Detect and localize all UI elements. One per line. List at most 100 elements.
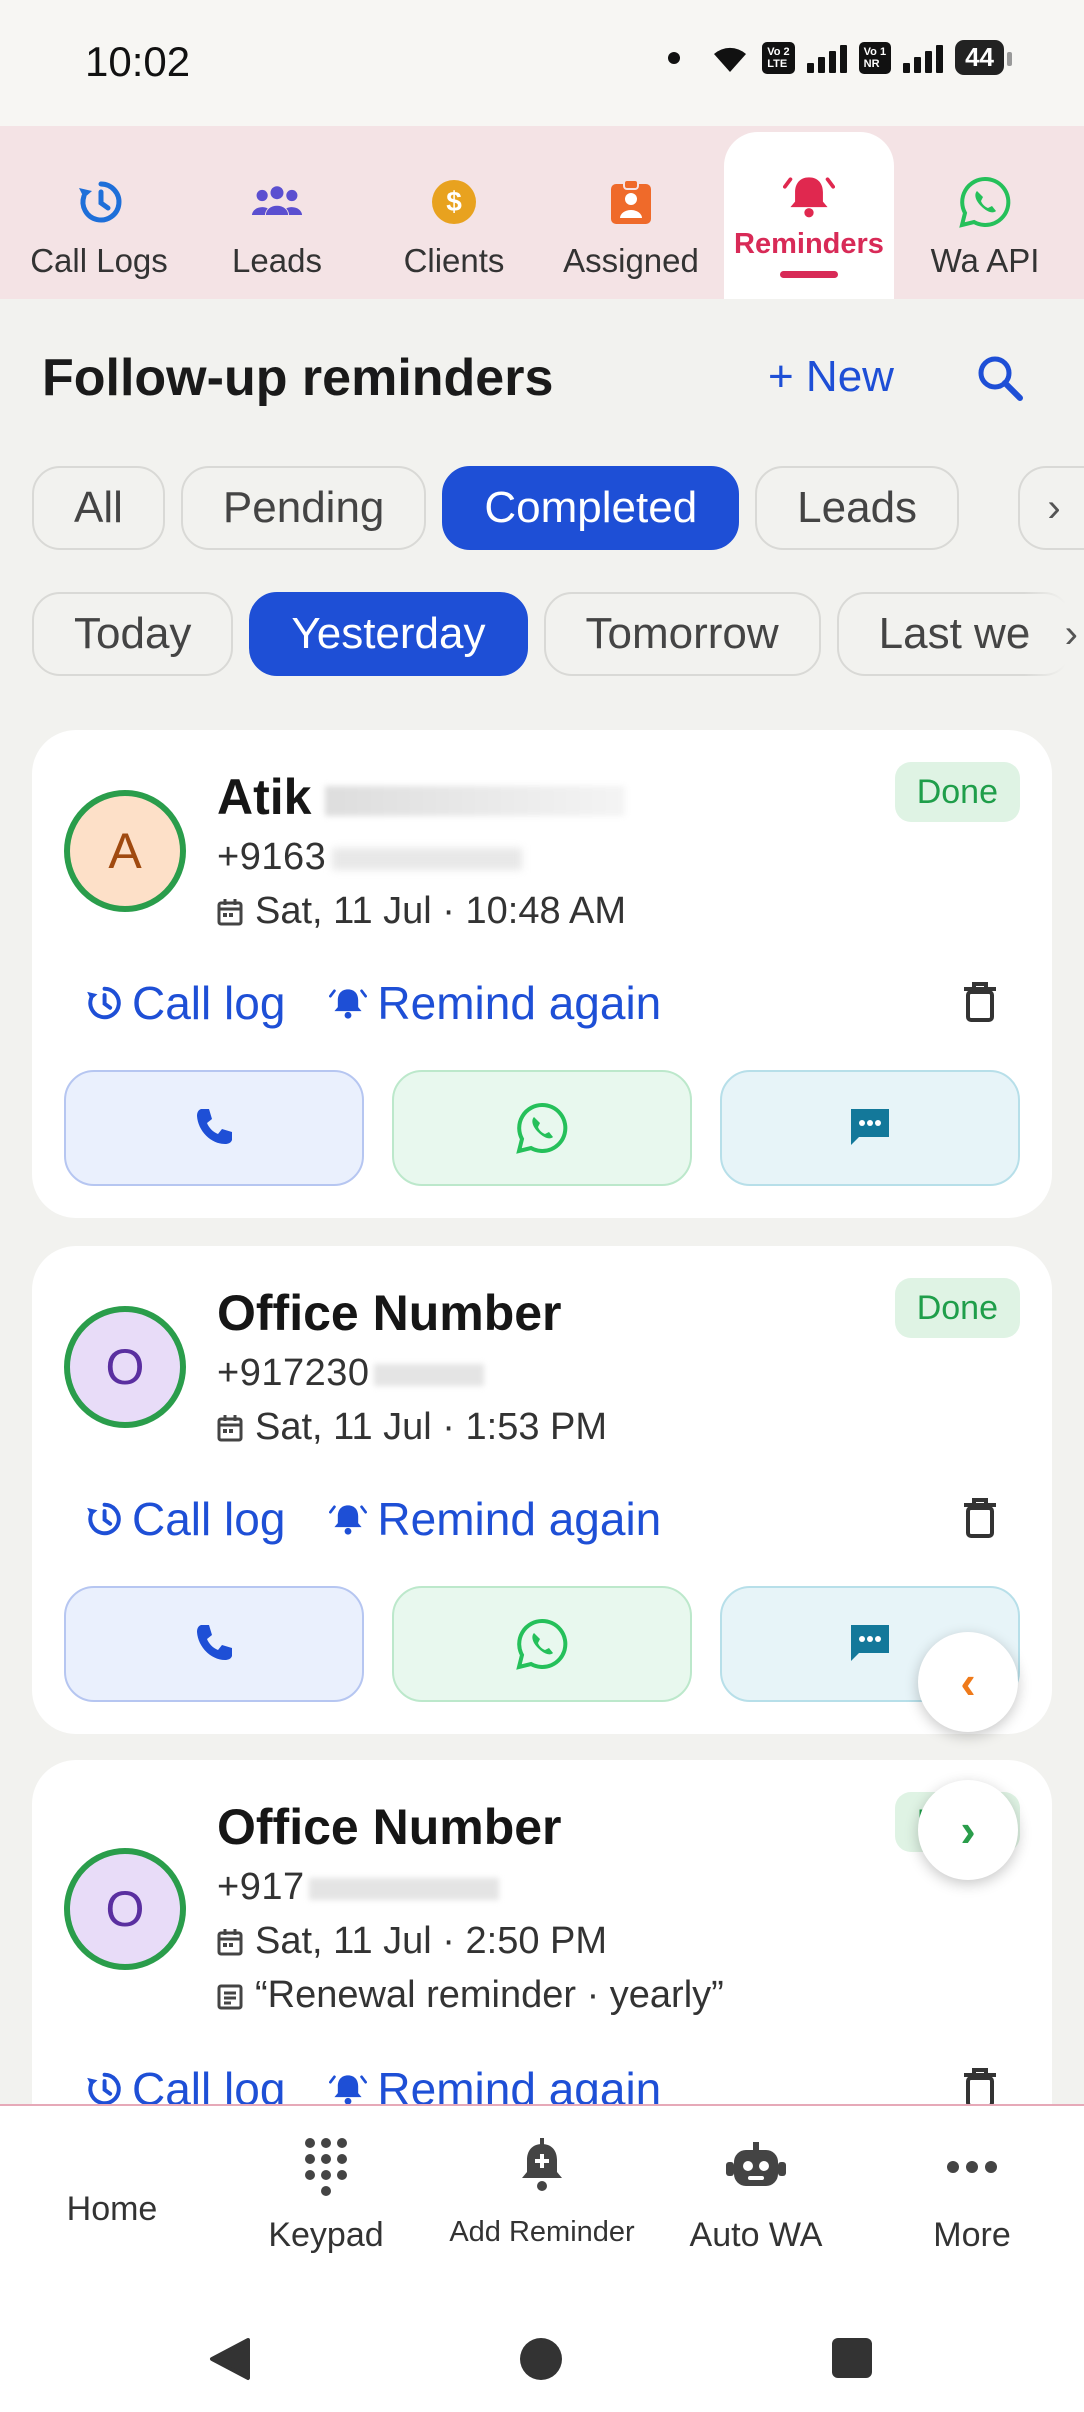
search-button[interactable] xyxy=(972,350,1028,406)
chevron-right-icon: › xyxy=(960,1804,976,1856)
calendar-icon xyxy=(217,1928,243,1955)
recents-button[interactable] xyxy=(830,2336,874,2385)
assignment-icon xyxy=(605,176,657,228)
call-log-link[interactable]: Call log xyxy=(84,976,285,1030)
contact-phone: +9163 xyxy=(217,836,523,879)
filter-pending[interactable]: Pending xyxy=(180,466,427,550)
wifi-icon xyxy=(714,47,747,72)
reminder-datetime: Sat, 11 Jul · 10:48 AM xyxy=(217,890,626,933)
contact-name: Office Number xyxy=(217,1799,562,1855)
nav-label: Home xyxy=(66,2190,158,2228)
notification-dot-icon xyxy=(668,51,681,64)
back-triangle-icon xyxy=(210,2338,250,2380)
filter-leads[interactable]: Leads xyxy=(755,466,960,550)
contact-phone: +917230 xyxy=(217,1352,484,1395)
whatsapp-button[interactable] xyxy=(392,1586,692,1702)
scroll-left-button[interactable]: ‹ xyxy=(918,1632,1018,1732)
message-icon xyxy=(851,1109,889,1145)
history-icon xyxy=(87,1502,121,1536)
back-button[interactable] xyxy=(208,2336,254,2387)
tab-label: Reminders xyxy=(734,228,884,260)
search-icon xyxy=(978,356,1023,401)
nav-home[interactable]: Home xyxy=(12,2106,212,2298)
phone-icon xyxy=(197,1625,232,1660)
contact-name: Office Number xyxy=(217,1285,562,1341)
filter-tomorrow[interactable]: Tomorrow xyxy=(543,592,821,676)
signal2-icon xyxy=(903,43,944,73)
date-scroll-more-icon[interactable]: › xyxy=(1024,592,1084,676)
status-time: 10:02 xyxy=(85,38,191,85)
message-icon xyxy=(851,1625,889,1661)
nav-label: Add Reminder xyxy=(449,2216,635,2248)
tab-label: Call Logs xyxy=(30,242,168,279)
nav-auto-wa[interactable]: Auto WA xyxy=(656,2106,856,2298)
nav-label: Keypad xyxy=(268,2216,384,2254)
phone-icon xyxy=(197,1109,232,1144)
alarm-bell-icon xyxy=(329,2075,368,2105)
tab-label: Wa API xyxy=(930,242,1040,279)
filter-completed[interactable]: Completed xyxy=(442,466,740,550)
svg-text:$: $ xyxy=(446,186,462,217)
home-circle-icon xyxy=(520,2338,562,2380)
battery-icon: 44 xyxy=(955,40,1012,75)
status-filter-row: All Pending Completed Leads xyxy=(32,466,960,550)
people-icon xyxy=(251,176,303,228)
tab-assigned[interactable]: Assigned xyxy=(546,126,716,299)
tab-reminders[interactable]: Reminders xyxy=(724,132,894,299)
remind-again-link[interactable]: Remind again xyxy=(329,1492,661,1546)
nav-keypad[interactable]: Keypad xyxy=(226,2106,426,2298)
tab-clients[interactable]: $ Clients xyxy=(369,126,539,299)
avatar: O xyxy=(64,1306,186,1428)
avatar: O xyxy=(64,1848,186,1970)
calendar-icon xyxy=(217,898,243,925)
date-filter-row: Today Yesterday Tomorrow Last we xyxy=(32,592,1073,676)
calendar-icon xyxy=(217,1414,243,1441)
signal1-icon xyxy=(806,43,847,73)
bell-plus-icon xyxy=(518,2132,566,2202)
history-icon xyxy=(87,2072,121,2106)
tab-call-logs[interactable]: Call Logs xyxy=(14,126,184,299)
scroll-right-button[interactable]: › xyxy=(918,1780,1018,1880)
remind-again-link[interactable]: Remind again xyxy=(329,976,661,1030)
status-badge: Done xyxy=(894,762,1020,822)
page-title: Follow-up reminders xyxy=(42,349,554,407)
filter-yesterday[interactable]: Yesterday xyxy=(249,592,528,676)
filter-scroll-more-icon[interactable]: › xyxy=(1018,466,1084,550)
new-reminder-button[interactable]: + New xyxy=(768,352,894,402)
status-badge: Done xyxy=(894,1278,1020,1338)
whatsapp-button[interactable] xyxy=(392,1070,692,1186)
tab-leads[interactable]: Leads xyxy=(192,126,362,299)
chevron-left-icon: ‹ xyxy=(960,1656,976,1708)
status-icons: Vo 2 LTE Vo 1 NR 44 xyxy=(668,40,1012,75)
sim2-badge: Vo 1 NR xyxy=(858,41,892,74)
reminder-card: O Office Number +917 Sat, 11 Jul · 2:50 … xyxy=(32,1760,1052,2160)
contact-name: Atik xyxy=(217,768,626,826)
quick-actions xyxy=(64,1070,1020,1186)
filter-today[interactable]: Today xyxy=(32,592,234,676)
filter-all[interactable]: All xyxy=(32,466,165,550)
tab-label: Leads xyxy=(232,242,322,279)
history-icon xyxy=(87,986,121,1020)
tab-wa-api[interactable]: Wa API xyxy=(900,126,1070,299)
nav-more[interactable]: More xyxy=(872,2106,1072,2298)
nav-label: More xyxy=(933,2216,1011,2254)
call-button[interactable] xyxy=(64,1070,364,1186)
nav-add-reminder[interactable]: Add Reminder xyxy=(442,2106,642,2298)
tab-label: Assigned xyxy=(563,242,699,279)
contact-phone: +917 xyxy=(217,1866,499,1909)
dialpad-icon xyxy=(302,2132,350,2202)
delete-icon[interactable] xyxy=(960,980,1000,1024)
sim1-badge: Vo 2 LTE xyxy=(762,41,795,74)
whatsapp-icon xyxy=(516,1102,568,1154)
alarm-bell-icon xyxy=(329,989,368,1019)
reminder-datetime: Sat, 11 Jul · 1:53 PM xyxy=(217,1406,607,1449)
home-button[interactable] xyxy=(518,2336,564,2387)
call-button[interactable] xyxy=(64,1586,364,1702)
recents-square-icon xyxy=(832,2338,872,2378)
delete-icon[interactable] xyxy=(960,1496,1000,1540)
sms-button[interactable] xyxy=(720,1070,1020,1186)
alarm-bell-icon xyxy=(329,1505,368,1535)
call-log-link[interactable]: Call log xyxy=(84,1492,285,1546)
reminder-datetime: Sat, 11 Jul · 2:50 PM xyxy=(217,1920,607,1963)
avatar: A xyxy=(64,790,186,912)
